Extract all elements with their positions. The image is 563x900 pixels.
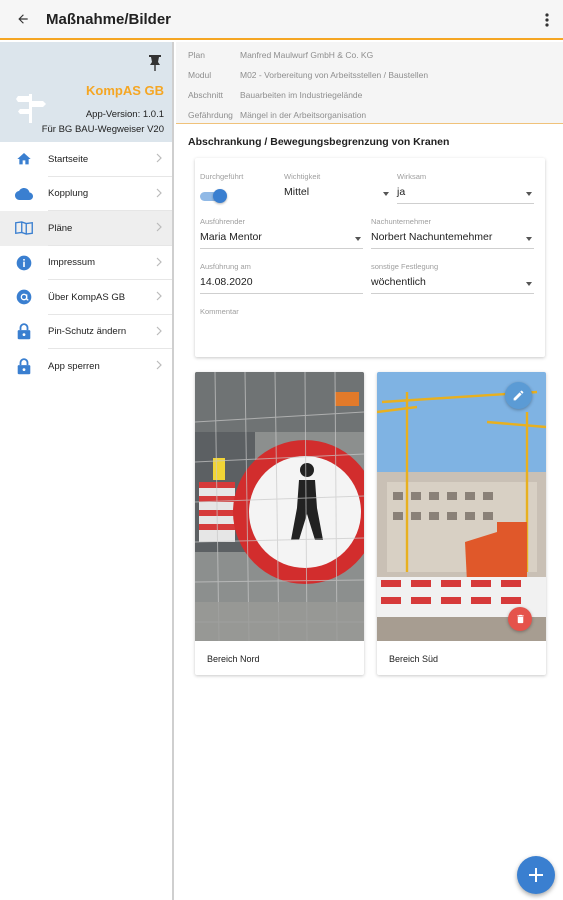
- page-title: Maßnahme/Bilder: [46, 10, 172, 28]
- add-photo-button[interactable]: [517, 856, 555, 894]
- pin-drawer-button[interactable]: [148, 54, 162, 77]
- sidebar-item-label: Über KompAS GB: [48, 291, 126, 303]
- measure-title: Abschrankung / Bewegungsbegrenzung von K…: [188, 136, 450, 148]
- field-label: sonstige Festlegung: [371, 262, 439, 271]
- field-label: Nachunternehmer: [371, 217, 432, 226]
- app-for-label: Für BG BAU-Wegweiser V20: [41, 124, 164, 135]
- info-value: Bauarbeiten im Industriegelände: [240, 90, 363, 100]
- measure-form-card: Durchgeführt Wichtigkeit Mittel Wirksam …: [195, 158, 545, 357]
- at-icon: [16, 289, 32, 305]
- sidebar-item-pin-schutz[interactable]: Pin-Schutz ändern: [0, 315, 172, 349]
- photo-caption: Bereich Süd: [389, 654, 439, 664]
- sidebar-item-plaene[interactable]: Pläne: [0, 211, 172, 246]
- field-value: Maria Mentor: [200, 231, 262, 243]
- more-options-button[interactable]: [541, 10, 553, 30]
- info-row-plan: Plan Manfred Maulwurf GmbH & Co. KG: [176, 45, 563, 65]
- info-row-modul: Modul M02 - Vorbereitung von Arbeitsstel…: [176, 65, 563, 85]
- field-label: Wirksam: [397, 172, 427, 181]
- pencil-icon: [513, 390, 524, 401]
- dropdown-arrow-icon: [383, 192, 389, 196]
- info-key: Modul: [188, 70, 212, 80]
- info-key: Abschnitt: [188, 90, 223, 100]
- photo-construction-site: [377, 372, 546, 641]
- durchgefuehrt-switch[interactable]: [200, 189, 227, 203]
- field-label: Wichtigkeit: [284, 172, 321, 181]
- app-name: KompAS GB: [86, 83, 164, 98]
- sidebar-item-label: Kopplung: [48, 188, 89, 200]
- sidebar-item-label: Pläne: [48, 222, 73, 234]
- arrow-back-icon: [18, 14, 28, 24]
- photo-card-sued[interactable]: Bereich Süd: [377, 372, 546, 675]
- home-icon: [17, 153, 31, 165]
- field-label: Durchgeführt: [200, 172, 244, 181]
- sidebar-item-label: Impressum: [48, 257, 95, 269]
- info-value: Mängel in der Arbeitsorganisation: [240, 110, 367, 120]
- sidebar-item-impressum[interactable]: Impressum: [0, 246, 172, 280]
- chevron-right-icon: [156, 257, 162, 266]
- lock-icon: [17, 323, 31, 340]
- dropdown-arrow-icon: [526, 237, 532, 241]
- map-book-icon: [15, 221, 33, 235]
- navigation-drawer: KompAS GB App-Version: 1.0.1 Für BG BAU-…: [0, 42, 174, 900]
- sidebar-item-ueber[interactable]: Über KompAS GB: [0, 280, 172, 315]
- info-row-gefaehrdung: Gefährdung Mängel in der Arbeitsorganisa…: [176, 105, 563, 125]
- chevron-right-icon: [156, 360, 162, 370]
- field-value: Norbert Nachuntemehmer: [371, 231, 493, 243]
- field-label: Ausführender: [200, 217, 246, 226]
- wirksam-select[interactable]: Wirksam ja: [397, 172, 534, 204]
- pin-icon: [149, 55, 161, 71]
- info-icon: [16, 255, 32, 271]
- chevron-right-icon: [156, 326, 162, 335]
- trash-icon: [516, 614, 524, 624]
- sidebar-item-label: App sperren: [48, 360, 100, 372]
- chevron-right-icon: [156, 153, 162, 163]
- dropdown-arrow-icon: [526, 192, 532, 196]
- sidebar-item-startseite[interactable]: Startseite: [0, 142, 172, 177]
- edit-photo-button[interactable]: [505, 382, 532, 409]
- info-key: Gefährdung: [188, 110, 233, 120]
- delete-photo-button[interactable]: [508, 607, 532, 631]
- sidebar-item-kopplung[interactable]: Kopplung: [0, 177, 172, 211]
- field-label: Ausführung am: [200, 262, 251, 271]
- photo-no-pedestrians-sign: [195, 372, 364, 641]
- sidebar-item-app-sperren[interactable]: App sperren: [0, 349, 172, 384]
- drawer-header: KompAS GB App-Version: 1.0.1 Für BG BAU-…: [0, 42, 172, 142]
- nachunternehmer-select[interactable]: Nachunternehmer Norbert Nachuntemehmer: [371, 217, 534, 249]
- context-info-panel: Plan Manfred Maulwurf GmbH & Co. KG Modu…: [176, 42, 563, 124]
- field-value: wöchentlich: [371, 276, 426, 288]
- cloud-icon: [15, 187, 33, 200]
- app-bar: Maßnahme/Bilder: [0, 0, 563, 40]
- info-row-abschnitt: Abschnitt Bauarbeiten im Industriegeländ…: [176, 85, 563, 105]
- info-value: M02 - Vorbereitung von Arbeitsstellen / …: [240, 70, 429, 80]
- photo-card-nord[interactable]: Bereich Nord: [195, 372, 364, 675]
- dropdown-arrow-icon: [526, 282, 532, 286]
- info-key: Plan: [188, 50, 206, 60]
- ausfuehrender-select[interactable]: Ausführender Maria Mentor: [200, 217, 363, 249]
- field-value: 14.08.2020: [200, 276, 253, 288]
- field-value: Mittel: [284, 186, 310, 198]
- info-value: Manfred Maulwurf GmbH & Co. KG: [240, 50, 374, 60]
- lock-icon: [17, 358, 31, 374]
- dropdown-arrow-icon: [355, 237, 361, 241]
- field-value: ja: [397, 186, 406, 198]
- sidebar-item-label: Pin-Schutz ändern: [48, 326, 127, 338]
- more-vert-icon: [545, 13, 549, 27]
- festlegung-select[interactable]: sonstige Festlegung wöchentlich: [371, 262, 534, 294]
- photo-caption: Bereich Nord: [207, 654, 260, 664]
- kommentar-input[interactable]: Kommentar: [200, 307, 534, 347]
- chevron-right-icon: [156, 222, 162, 232]
- plus-icon: [529, 868, 543, 882]
- wichtigkeit-select[interactable]: Wichtigkeit Mittel: [284, 172, 391, 204]
- sidebar-item-label: Startseite: [48, 153, 89, 165]
- chevron-right-icon: [156, 188, 162, 197]
- chevron-right-icon: [156, 291, 162, 301]
- ausfuehrung-am-date-input[interactable]: Ausführung am 14.08.2020: [200, 262, 363, 294]
- durchgefuehrt-field: Durchgeführt: [200, 172, 270, 204]
- field-label: Kommentar: [200, 307, 239, 316]
- main-content: Plan Manfred Maulwurf GmbH & Co. KG Modu…: [176, 42, 563, 900]
- back-button[interactable]: [0, 0, 46, 39]
- app-version: App-Version: 1.0.1: [85, 109, 164, 120]
